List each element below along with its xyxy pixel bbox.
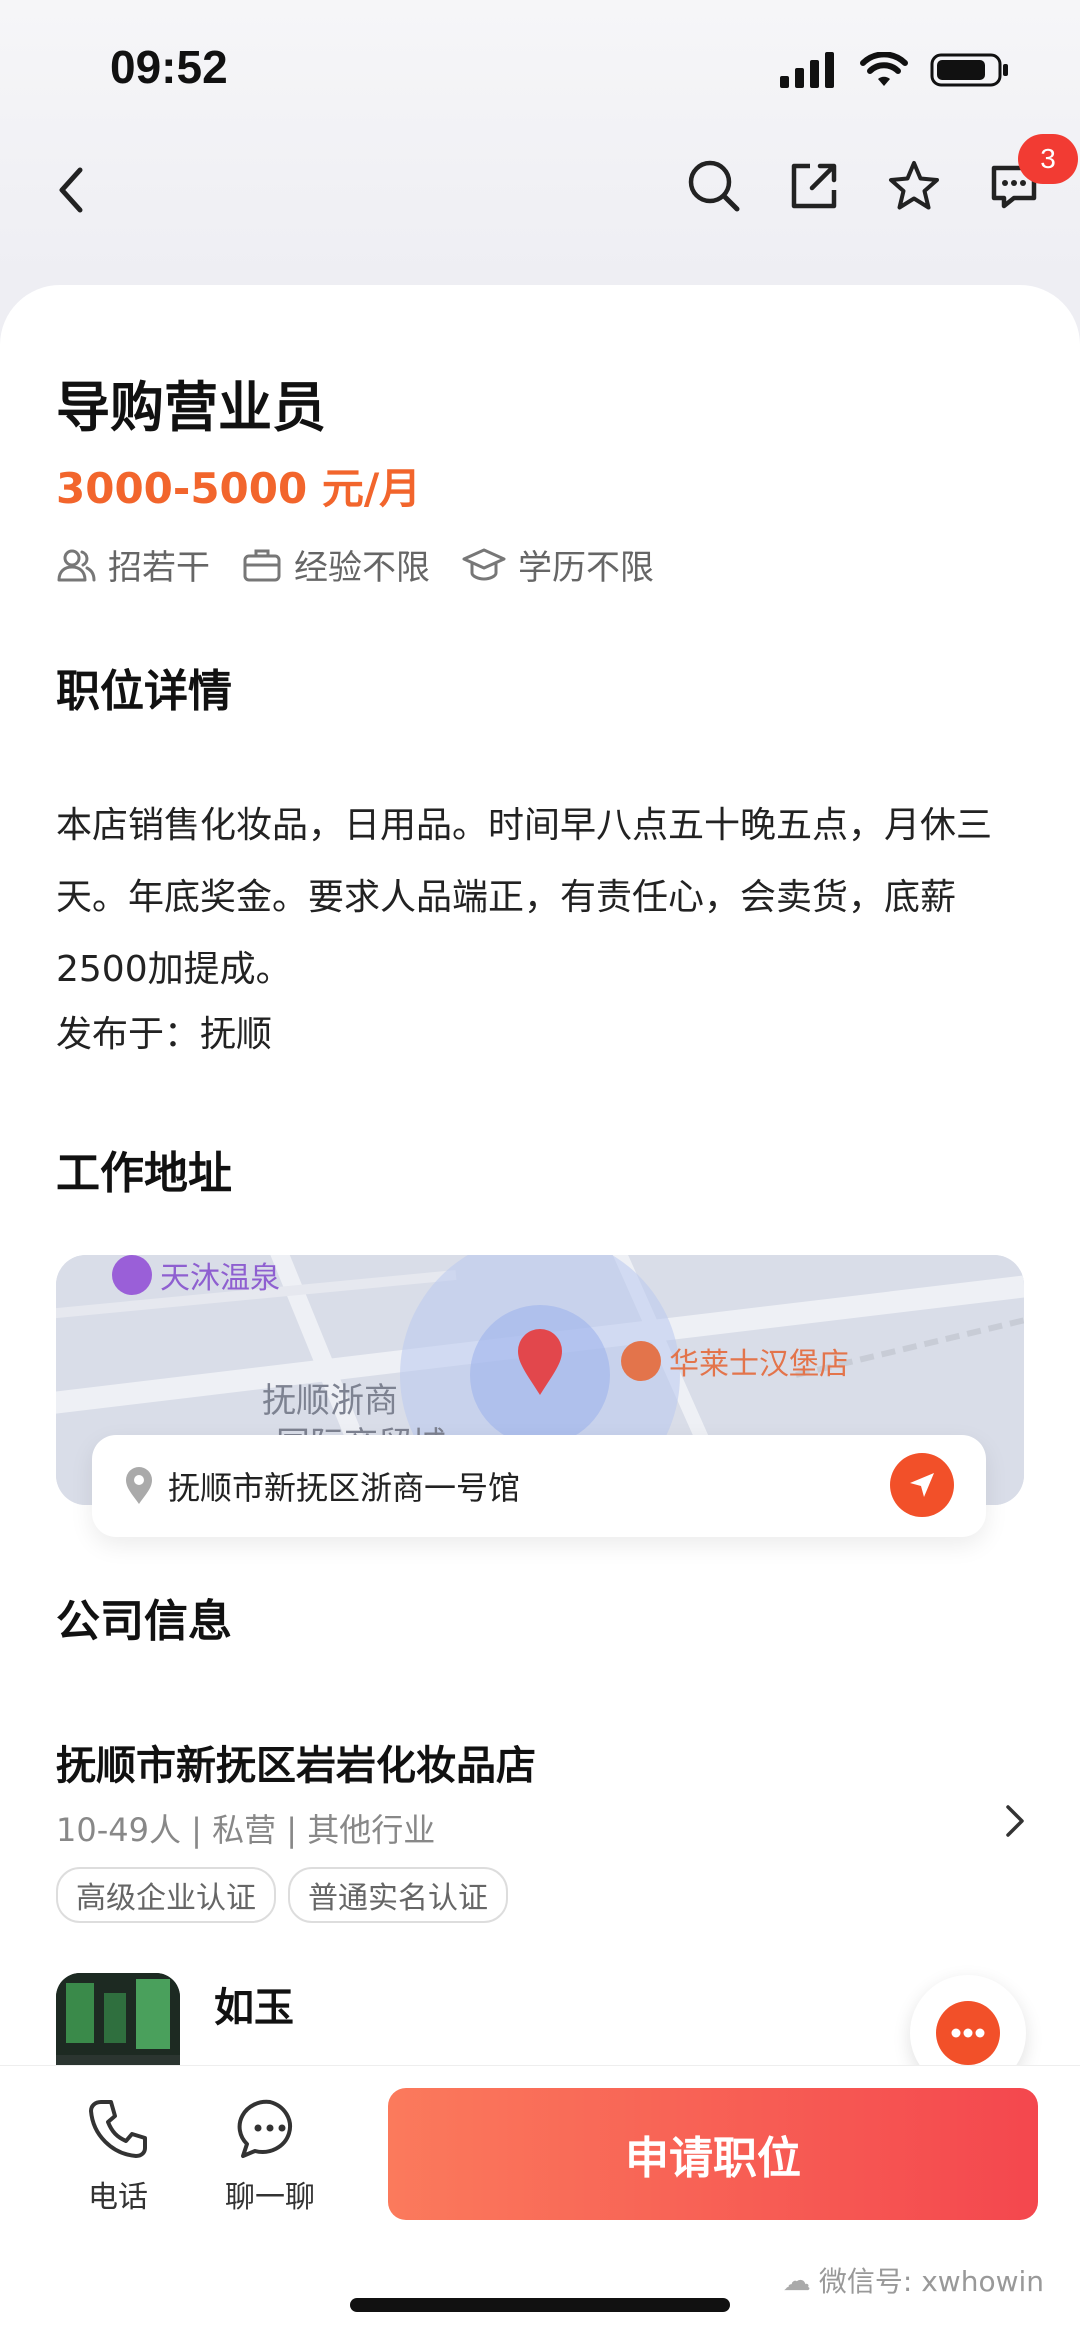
status-time: 09:52 xyxy=(110,41,228,93)
chat-bubble-icon xyxy=(936,2001,1000,2065)
job-tags: 招若干 经验不限 学历不限 xyxy=(56,540,654,589)
phone-label: 电话 xyxy=(88,2180,148,2215)
map-area-label: 抚顺浙商 xyxy=(262,1381,398,1421)
share-icon xyxy=(791,163,837,209)
status-icons xyxy=(780,52,1010,88)
job-detail-card: 导购营业员 3000-5000 元/月 招若干 经验不限 学历不限 职位详情 本… xyxy=(0,285,1080,2103)
app-root: 09:52 3 导购营业员 3000-5000 元/月 招若干 经验不限 学历不… xyxy=(0,0,1080,2337)
game-pin-icon xyxy=(112,1255,152,1295)
job-title: 导购营业员 xyxy=(56,376,326,439)
map-poi-burger-label: 华莱士汉堡店 xyxy=(669,1347,849,1382)
watermark: ☁ 微信号: xwhowin xyxy=(783,2260,1044,2300)
chat-button[interactable]: 聊一聊 xyxy=(210,2096,330,2216)
navigation-arrow-icon xyxy=(910,1473,934,1497)
company-meta: 10-49人 | 私营 | 其他行业 xyxy=(56,1811,436,1849)
tag-experience-label: 经验不限 xyxy=(294,548,430,588)
search-button[interactable] xyxy=(684,156,744,216)
home-indicator xyxy=(350,2298,730,2312)
address-text: 抚顺市新抚区浙商一号馆 xyxy=(168,1469,521,1507)
signal-icon xyxy=(780,52,834,88)
phone-button[interactable]: 电话 xyxy=(58,2096,178,2216)
tag-headcount: 招若干 xyxy=(56,540,210,589)
food-pin-icon xyxy=(621,1341,661,1381)
phone-icon xyxy=(89,2100,147,2158)
job-salary: 3000-5000 元/月 xyxy=(56,464,422,513)
contact-name: 如玉 xyxy=(214,1985,294,2031)
watermark-text: 微信号: xwhowin xyxy=(818,2265,1044,2298)
wifi-icon xyxy=(860,52,908,86)
navigate-button[interactable] xyxy=(890,1453,954,1517)
location-pin-icon xyxy=(126,1467,152,1504)
messages-button[interactable]: 3 xyxy=(984,134,1078,216)
map-poi-spa-label: 天沐温泉 xyxy=(160,1261,280,1296)
chevron-right-icon xyxy=(1006,1805,1024,1837)
cert-badge-enterprise: 高级企业认证 xyxy=(56,1867,276,1923)
nav-bar: 3 xyxy=(0,134,1080,240)
tag-education: 学历不限 xyxy=(462,540,654,589)
briefcase-icon xyxy=(243,549,281,581)
company-detail-link[interactable] xyxy=(994,1801,1034,1841)
section-title-detail: 职位详情 xyxy=(56,666,232,717)
job-description: 本店销售化妆品，日用品。时间早八点五十晚五点，月休三天。年底奖金。要求人品端正，… xyxy=(56,805,993,990)
chevron-left-icon xyxy=(59,167,83,213)
graduation-cap-icon xyxy=(462,548,506,581)
status-bar: 09:52 xyxy=(0,0,1080,130)
map-poi-burger: 华莱士汉堡店 xyxy=(621,1339,849,1383)
tag-headcount-label: 招若干 xyxy=(108,548,210,588)
apply-button[interactable]: 申请职位 xyxy=(388,2088,1038,2220)
cert-badge-realname: 普通实名认证 xyxy=(288,1867,508,1923)
tag-education-label: 学历不限 xyxy=(518,548,654,588)
people-icon xyxy=(57,549,96,581)
wechat-icon: ☁ xyxy=(782,2263,811,2297)
favorite-button[interactable] xyxy=(884,156,944,216)
section-title-address: 工作地址 xyxy=(56,1148,232,1199)
message-badge: 3 xyxy=(1018,134,1078,184)
back-button[interactable] xyxy=(40,158,104,222)
share-button[interactable] xyxy=(784,156,844,216)
chat-label: 聊一聊 xyxy=(225,2180,315,2215)
search-icon xyxy=(688,160,740,212)
battery-icon xyxy=(930,53,1008,87)
company-name[interactable]: 抚顺市新抚区岩岩化妆品店 xyxy=(56,1733,536,1791)
tag-experience: 经验不限 xyxy=(242,540,430,589)
star-icon xyxy=(889,161,939,210)
section-title-company: 公司信息 xyxy=(56,1596,232,1647)
address-bar[interactable]: 抚顺市新抚区浙商一号馆 xyxy=(92,1435,986,1537)
published-location: 发布于：抚顺 xyxy=(56,1014,273,1055)
certification-badges: 高级企业认证 普通实名认证 xyxy=(56,1867,508,1923)
map-poi-spa: 天沐温泉 xyxy=(112,1255,280,1297)
chat-icon xyxy=(237,2099,292,2158)
nav-actions: 3 xyxy=(684,134,1078,216)
